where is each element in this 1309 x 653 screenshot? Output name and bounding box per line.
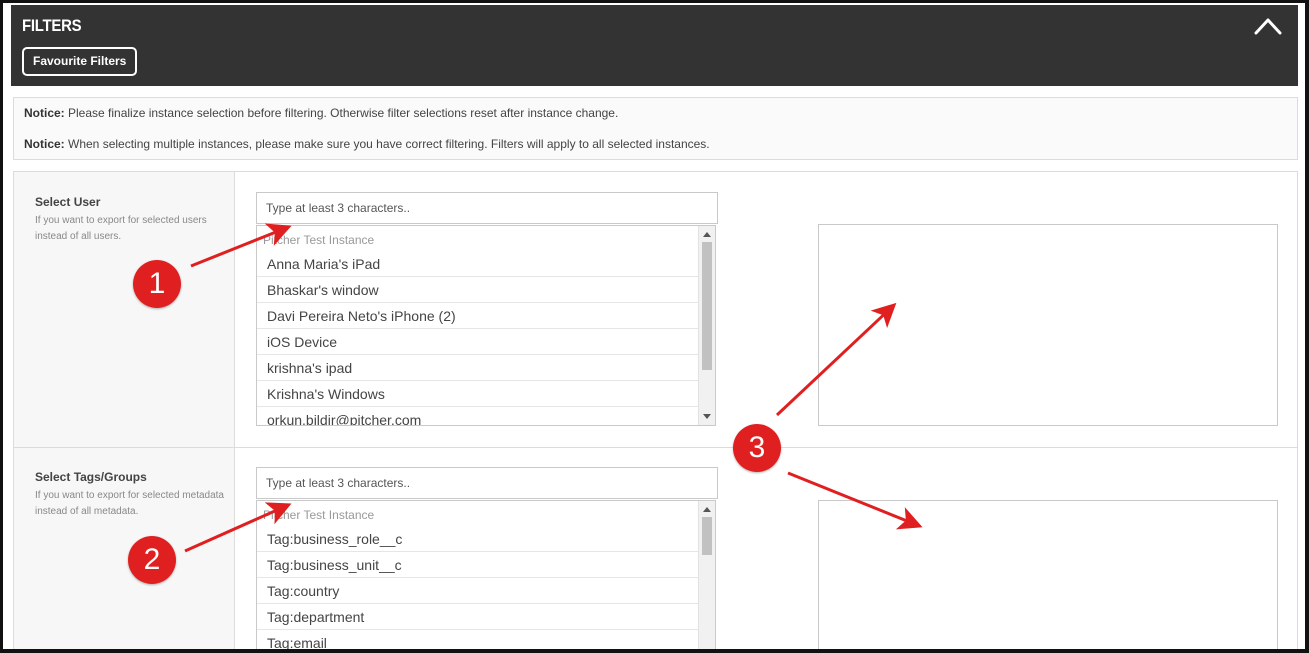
select-tags-title: Select Tags/Groups bbox=[35, 470, 147, 484]
screenshot-frame: FILTERS Favourite Filters Notice: Please… bbox=[0, 0, 1309, 653]
select-user-help: If you want to export for selected users… bbox=[35, 215, 207, 242]
scroll-thumb[interactable] bbox=[702, 242, 712, 370]
selected-users-box[interactable] bbox=[818, 224, 1278, 426]
annotation-marker-2: 2 bbox=[128, 536, 176, 584]
select-tags-row: Select Tags/Groups If you want to export… bbox=[14, 448, 1297, 649]
user-search-input[interactable] bbox=[256, 192, 718, 224]
scroll-up-arrow-icon[interactable] bbox=[703, 507, 711, 512]
chevron-up-icon[interactable] bbox=[1254, 17, 1282, 35]
notice-multiple-instances: Notice: When selecting multiple instance… bbox=[24, 137, 710, 151]
scroll-thumb[interactable] bbox=[702, 517, 712, 555]
tags-list-scrollbar[interactable] bbox=[698, 501, 715, 649]
select-tags-label-column: Select Tags/Groups If you want to export… bbox=[14, 448, 235, 649]
select-user-title: Select User bbox=[35, 195, 101, 209]
list-item[interactable]: krishna's ipad bbox=[257, 355, 699, 381]
select-tags-help: If you want to export for selected metad… bbox=[35, 490, 224, 517]
list-item[interactable]: Krishna's Windows bbox=[257, 381, 699, 407]
tags-search-input[interactable] bbox=[256, 467, 718, 499]
annotation-marker-3: 3 bbox=[733, 424, 781, 472]
notice-instance-selection: Notice: Please finalize instance selecti… bbox=[24, 106, 618, 120]
list-item[interactable]: Bhaskar's window bbox=[257, 277, 699, 303]
select-user-row: Select User If you want to export for se… bbox=[14, 172, 1297, 448]
select-user-label-column: Select User If you want to export for se… bbox=[14, 172, 235, 447]
list-item[interactable]: Tag:email bbox=[257, 630, 699, 649]
list-item[interactable]: orkun.bildir@pitcher.com bbox=[257, 407, 699, 425]
user-listbox[interactable]: Pitcher Test Instance Anna Maria's iPad … bbox=[256, 225, 716, 426]
list-item[interactable]: iOS Device bbox=[257, 329, 699, 355]
filters-title: FILTERS bbox=[22, 16, 82, 35]
user-list-scrollbar[interactable] bbox=[698, 226, 715, 425]
notice-box: Notice: Please finalize instance selecti… bbox=[13, 97, 1298, 160]
notice-label: Notice: bbox=[24, 106, 65, 120]
notice-text: When selecting multiple instances, pleas… bbox=[64, 137, 710, 151]
scroll-up-arrow-icon[interactable] bbox=[703, 232, 711, 237]
tags-listbox[interactable]: Pitcher Test Instance Tag:business_role_… bbox=[256, 500, 716, 649]
user-list-group-label: Pitcher Test Instance bbox=[263, 233, 375, 247]
list-item[interactable]: Tag:business_role__c bbox=[257, 526, 699, 552]
list-item[interactable]: Tag:country bbox=[257, 578, 699, 604]
tags-list-group-label: Pitcher Test Instance bbox=[263, 508, 375, 522]
notice-text: Please finalize instance selection befor… bbox=[64, 106, 619, 120]
list-item[interactable]: Anna Maria's iPad bbox=[257, 251, 699, 277]
list-item[interactable]: Tag:department bbox=[257, 604, 699, 630]
scroll-down-arrow-icon[interactable] bbox=[703, 414, 711, 419]
filter-panel: Select User If you want to export for se… bbox=[13, 171, 1298, 649]
tags-list-items: Tag:business_role__c Tag:business_unit__… bbox=[257, 526, 699, 649]
filters-header: FILTERS Favourite Filters bbox=[11, 5, 1298, 86]
list-item[interactable]: Davi Pereira Neto's iPhone (2) bbox=[257, 303, 699, 329]
list-item[interactable]: Tag:business_unit__c bbox=[257, 552, 699, 578]
favourite-filters-button[interactable]: Favourite Filters bbox=[22, 47, 138, 76]
annotation-marker-1: 1 bbox=[133, 260, 181, 308]
user-list-items: Anna Maria's iPad Bhaskar's window Davi … bbox=[257, 251, 699, 425]
selected-tags-box[interactable] bbox=[818, 500, 1278, 649]
notice-label: Notice: bbox=[24, 137, 65, 151]
